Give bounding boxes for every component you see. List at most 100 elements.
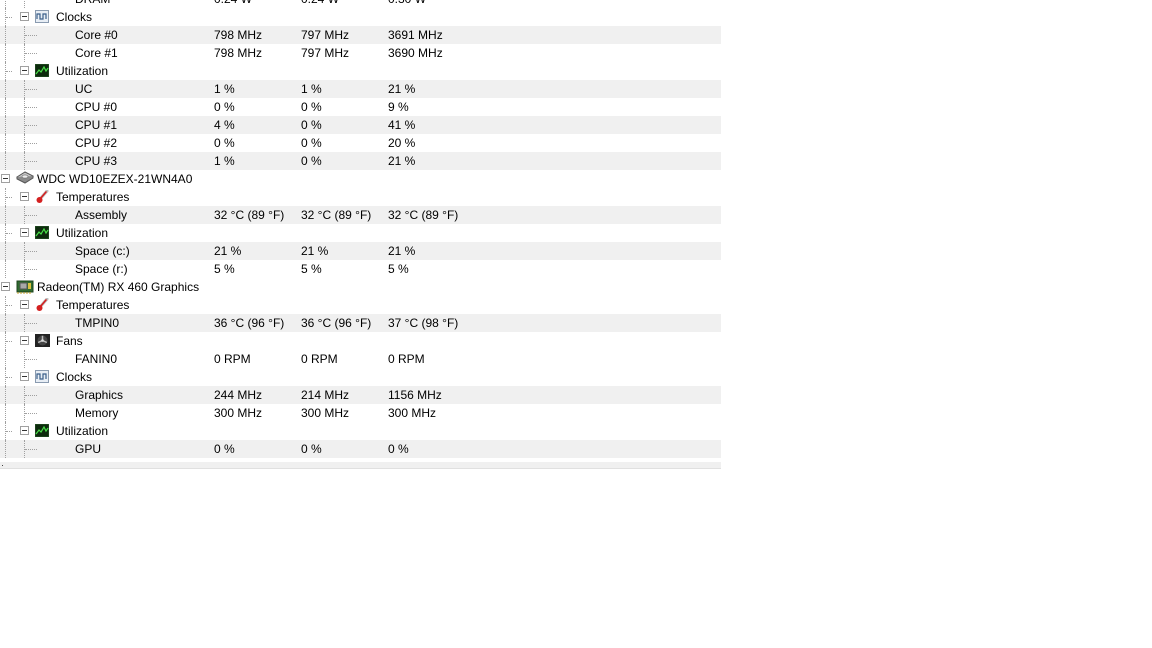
node-label: Space (c:) [75, 244, 130, 258]
collapse-toggle-icon[interactable] [20, 372, 29, 381]
node-label: FANIN0 [75, 352, 118, 366]
min-value: 0 % [214, 100, 235, 114]
max-value: 0 % [301, 442, 322, 456]
tree-line [5, 152, 6, 170]
sensor-row[interactable]: Memory 300 MHz 300 MHz 300 MHz [0, 404, 721, 422]
collapse-toggle-icon[interactable] [20, 228, 29, 237]
graphics-card-icon [16, 279, 34, 294]
collapse-toggle-icon[interactable] [20, 336, 29, 345]
node-label: Core #0 [75, 28, 118, 42]
clock-icon [35, 10, 49, 23]
max-value: 0.24 W [301, 0, 339, 8]
current-value: 5 % [388, 262, 409, 276]
fan-icon [35, 334, 50, 347]
node-label: CPU #3 [75, 154, 118, 168]
node-label: CPU #1 [75, 118, 118, 132]
min-value: 32 °C (89 °F) [214, 208, 285, 222]
tree-line [5, 404, 6, 422]
tree-line [25, 35, 37, 36]
sensor-row[interactable]: UC 1 % 1 % 21 % [0, 80, 721, 98]
collapse-toggle-icon[interactable] [1, 282, 10, 291]
clock-icon [35, 370, 49, 383]
node-label: Fans [56, 334, 83, 348]
node-label: Utilization [56, 424, 109, 438]
tree-line [25, 359, 37, 360]
sensor-row[interactable]: DRAM 0.24 W 0.24 W 0.30 W [0, 0, 721, 8]
current-value: 21 % [388, 154, 416, 168]
tree-line [25, 215, 37, 216]
sensor-row[interactable]: Core #1 798 MHz 797 MHz 3690 MHz [0, 44, 721, 62]
current-value: 20 % [388, 136, 416, 150]
device-node[interactable]: Radeon(TM) RX 460 Graphics [0, 278, 721, 296]
sensor-row[interactable]: GPU 0 % 0 % 0 % [0, 440, 721, 458]
tree-line [25, 125, 37, 126]
min-value: 300 MHz [214, 406, 263, 420]
group-node[interactable]: Temperatures [0, 188, 721, 206]
tree-line [25, 449, 37, 450]
sensor-row[interactable]: CPU #0 0 % 0 % 9 % [0, 98, 721, 116]
collapse-toggle-icon[interactable] [1, 174, 10, 183]
node-label: Space (r:) [75, 262, 128, 276]
min-value: 244 MHz [214, 388, 263, 402]
tree-line [25, 161, 37, 162]
sensor-row[interactable]: TMPIN0 36 °C (96 °F) 36 °C (96 °F) 37 °C (9… [0, 314, 721, 332]
group-node[interactable]: Fans [0, 332, 721, 350]
current-value: 32 °C (89 °F) [388, 208, 459, 222]
tree-line [5, 260, 6, 278]
tree-line [6, 197, 12, 198]
min-value: 0 % [214, 442, 235, 456]
tree-line [25, 413, 37, 414]
node-label: Utilization [56, 226, 109, 240]
group-node[interactable]: Clocks [0, 8, 721, 26]
node-label: Temperatures [56, 190, 130, 204]
collapse-toggle-icon[interactable] [20, 300, 29, 309]
group-node[interactable]: Utilization [0, 224, 721, 242]
collapse-toggle-icon[interactable] [20, 426, 29, 435]
sensor-row[interactable]: CPU #3 1 % 0 % 21 % [0, 152, 721, 170]
sensor-row[interactable]: CPU #2 0 % 0 % 20 % [0, 134, 721, 152]
group-node[interactable]: Clocks [0, 368, 721, 386]
sensor-row[interactable]: Graphics 244 MHz 214 MHz 1156 MHz [0, 386, 721, 404]
tree-line [5, 350, 6, 368]
tree-line [5, 206, 6, 224]
group-node[interactable]: Temperatures [0, 296, 721, 314]
sensor-row[interactable]: Space (c:) 21 % 21 % 21 % [0, 242, 721, 260]
tree-line [24, 0, 25, 8]
min-value: 36 °C (96 °F) [214, 316, 285, 330]
collapse-toggle-icon[interactable] [20, 12, 29, 21]
group-node[interactable]: Utilization [0, 62, 721, 80]
current-value: 21 % [388, 82, 416, 96]
tree-line [5, 134, 6, 152]
current-value: 0.30 W [388, 0, 426, 8]
group-node[interactable]: Utilization [0, 422, 721, 440]
tree-line [25, 143, 37, 144]
sensor-row[interactable]: Assembly 32 °C (89 °F) 32 °C (89 °F) 32 °C … [0, 206, 721, 224]
tree-line [25, 395, 37, 396]
sensor-row[interactable]: Space (r:) 5 % 5 % 5 % [0, 260, 721, 278]
tree-line [6, 305, 12, 306]
utilization-icon [34, 225, 50, 240]
sensor-row[interactable]: Core #0 798 MHz 797 MHz 3691 MHz [0, 26, 721, 44]
collapse-toggle-icon[interactable] [20, 66, 29, 75]
tree-line [6, 71, 12, 72]
tree-line [5, 80, 6, 98]
node-label: Clocks [56, 10, 93, 24]
utilization-icon [34, 423, 50, 438]
min-value: 5 % [214, 262, 235, 276]
tree-line [6, 377, 12, 378]
collapse-toggle-icon[interactable] [20, 192, 29, 201]
sensor-tree[interactable]: DRAM 0.24 W 0.24 W 0.30 W Clocks Core #0 798 M… [0, 0, 721, 458]
min-value: 0.24 W [214, 0, 252, 8]
node-label: Temperatures [56, 298, 130, 312]
tree-line [5, 26, 6, 44]
tree-line [25, 269, 37, 270]
max-value: 1 % [301, 82, 322, 96]
node-label: Utilization [56, 64, 109, 78]
device-node[interactable]: WDC WD10EZEX-21WN4A0 [0, 170, 721, 188]
node-label: UC [75, 82, 93, 96]
tree-line [25, 53, 37, 54]
max-value: 0 % [301, 100, 322, 114]
sensor-row[interactable]: CPU #1 4 % 0 % 41 % [0, 116, 721, 134]
min-value: 1 % [214, 154, 235, 168]
sensor-row[interactable]: FANIN0 0 RPM 0 RPM 0 RPM [0, 350, 721, 368]
